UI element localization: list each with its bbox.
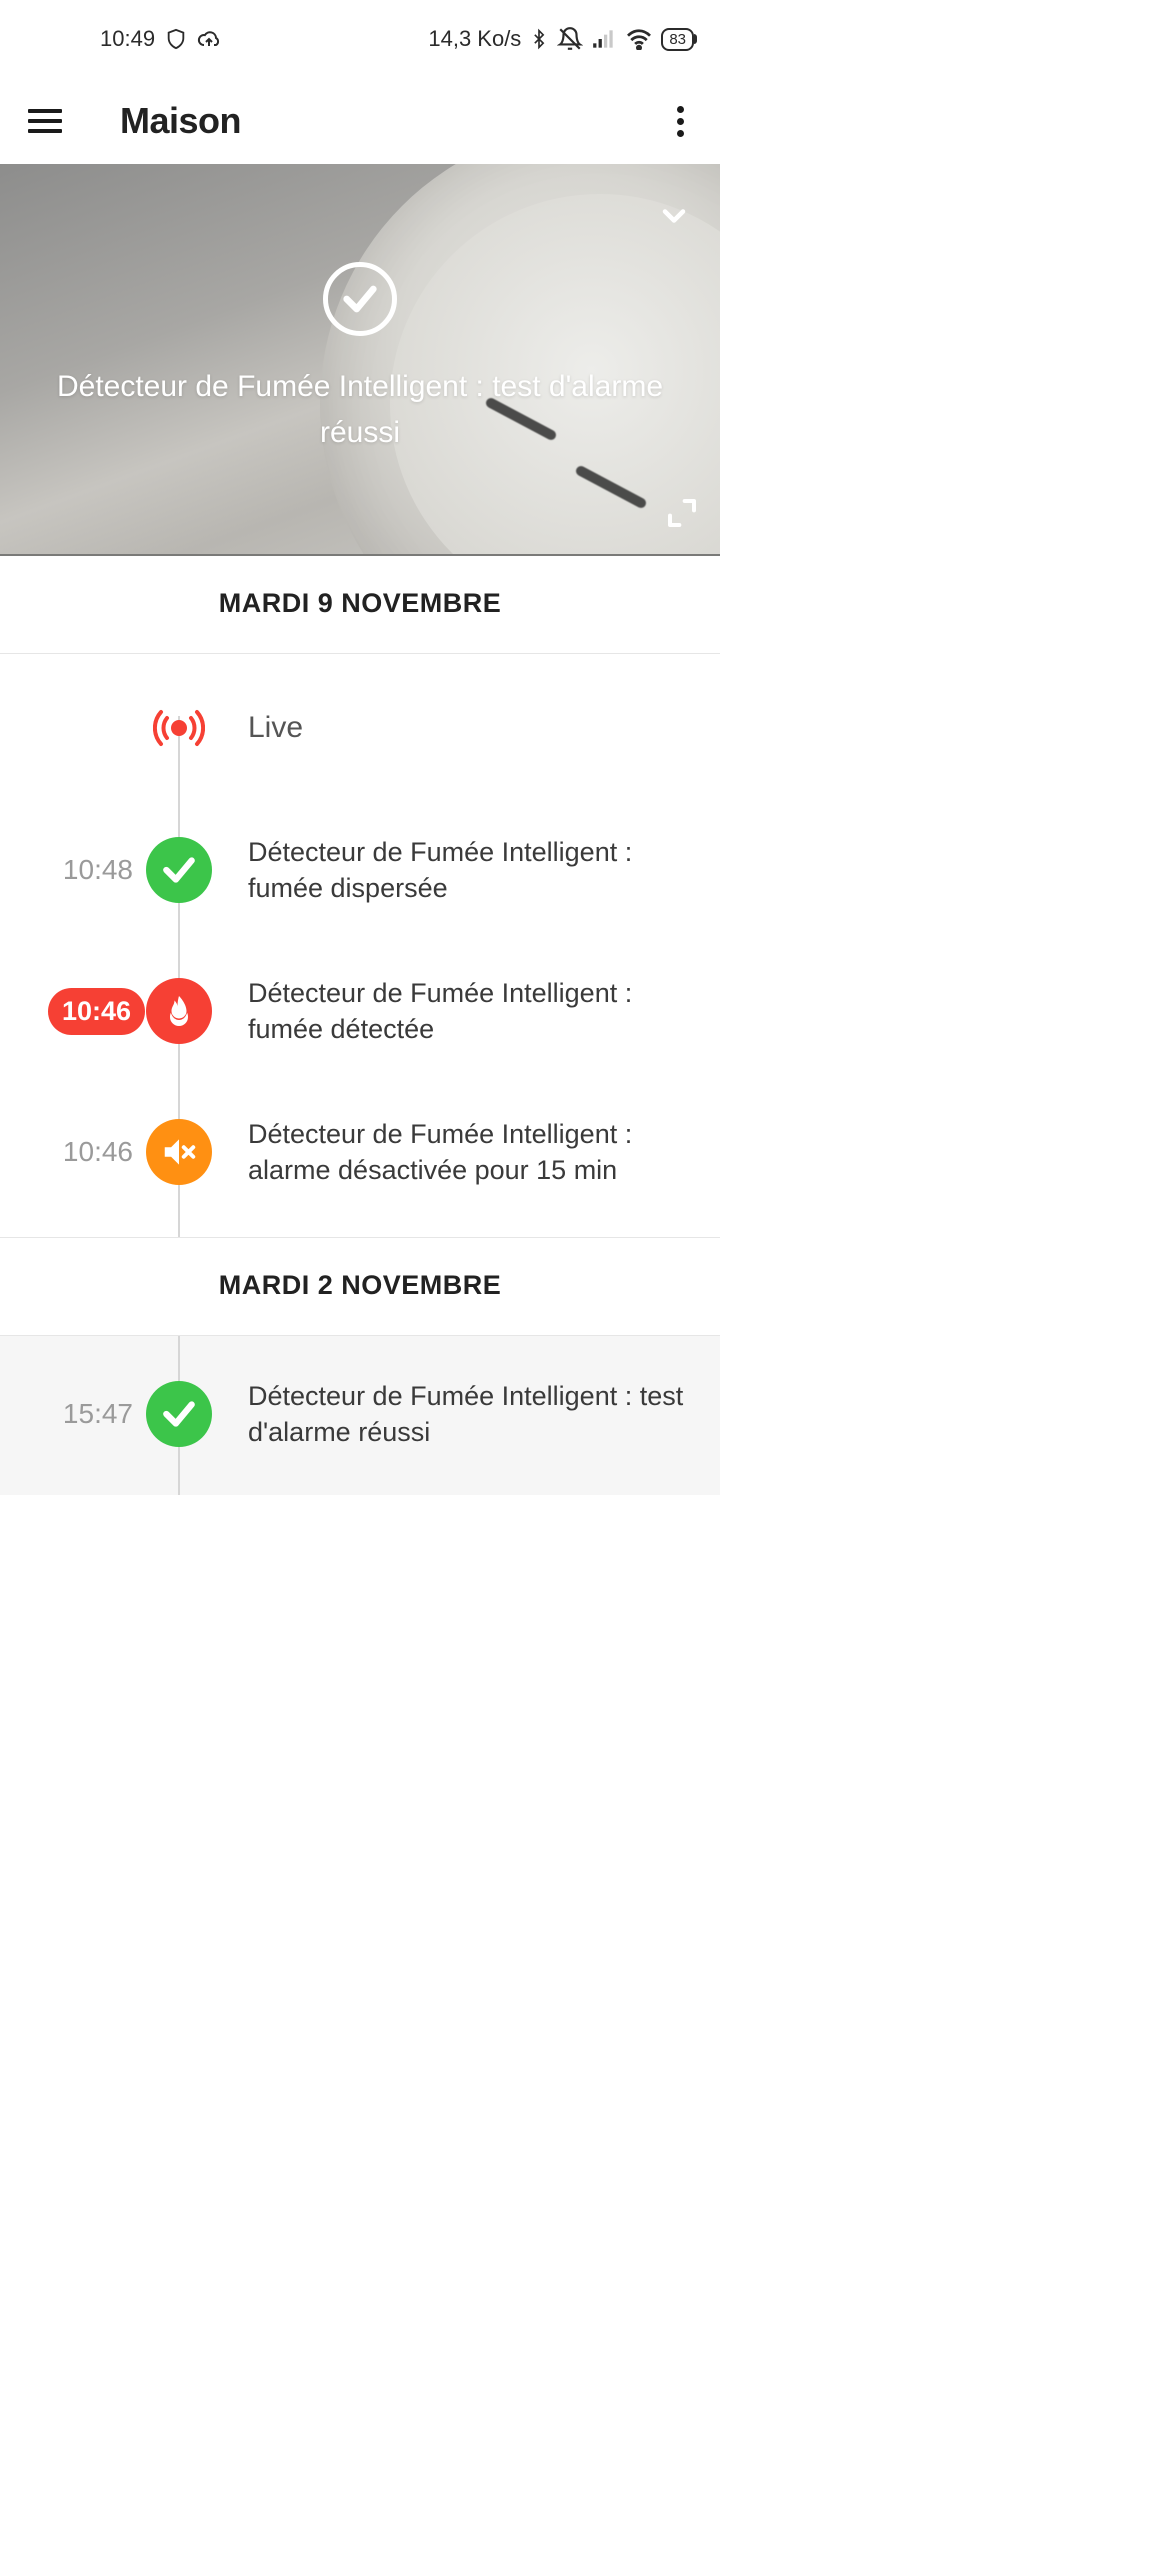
- date-header: MARDI 2 NOVEMBRE: [0, 1237, 720, 1336]
- speaker-mute-icon: [146, 1119, 212, 1185]
- shield-icon: [165, 28, 187, 50]
- battery-level: 83: [669, 31, 686, 48]
- event-text: Détecteur de Fumée Intelligent : alarme …: [214, 1116, 692, 1189]
- event-time: 15:47: [27, 1398, 145, 1430]
- flame-icon: [146, 978, 212, 1044]
- timeline-event[interactable]: 15:47 Détecteur de Fumée Intelligent : t…: [0, 1378, 720, 1485]
- timeline-event[interactable]: 10:46 Détecteur de Fumée Intelligent : f…: [0, 941, 720, 1082]
- date-header: MARDI 9 NOVEMBRE: [0, 556, 720, 654]
- overflow-menu-button[interactable]: [669, 98, 692, 145]
- wifi-icon: [625, 28, 653, 50]
- live-icon: [153, 702, 205, 754]
- status-net-speed: 14,3 Ko/s: [428, 26, 521, 52]
- status-right: 14,3 Ko/s 83: [428, 26, 694, 52]
- success-check-icon: [323, 262, 397, 336]
- status-left: 10:49: [100, 26, 221, 52]
- signal-icon: [591, 28, 617, 50]
- status-time: 10:49: [100, 26, 155, 52]
- hero-banner: Détecteur de Fumée Intelligent : test d'…: [0, 164, 720, 556]
- check-icon: [146, 1381, 212, 1447]
- app-bar: Maison: [0, 78, 720, 164]
- fullscreen-button[interactable]: [666, 497, 698, 534]
- timeline: Live 10:48 Détecteur de Fumée Intelligen…: [0, 654, 720, 1237]
- battery-indicator: 83: [661, 28, 694, 51]
- hero-message: Détecteur de Fumée Intelligent : test d'…: [40, 364, 680, 457]
- check-icon: [146, 837, 212, 903]
- timeline-live-row[interactable]: Live: [0, 702, 720, 800]
- event-text: Détecteur de Fumée Intelligent : fumée d…: [214, 834, 692, 907]
- expand-icon: [666, 497, 698, 529]
- event-text: Détecteur de Fumée Intelligent : test d'…: [214, 1378, 692, 1451]
- event-time: 10:48: [27, 854, 145, 886]
- bluetooth-icon: [529, 27, 549, 51]
- page-title: Maison: [120, 100, 241, 142]
- status-bar: 10:49 14,3 Ko/s 83: [0, 0, 720, 78]
- cloud-upload-icon: [197, 27, 221, 51]
- timeline: 15:47 Détecteur de Fumée Intelligent : t…: [0, 1336, 720, 1495]
- event-text: Détecteur de Fumée Intelligent : fumée d…: [214, 975, 692, 1048]
- event-time-highlight: 10:46: [48, 988, 145, 1035]
- menu-button[interactable]: [28, 109, 62, 133]
- timeline-live-label: Live: [214, 708, 692, 749]
- hero-content: Détecteur de Fumée Intelligent : test d'…: [0, 164, 720, 554]
- timeline-event[interactable]: 10:48 Détecteur de Fumée Intelligent : f…: [0, 800, 720, 941]
- bell-off-icon: [557, 26, 583, 52]
- timeline-event[interactable]: 10:46 Détecteur de Fumée Intelligent : a…: [0, 1082, 720, 1237]
- event-time: 10:46: [27, 1136, 145, 1168]
